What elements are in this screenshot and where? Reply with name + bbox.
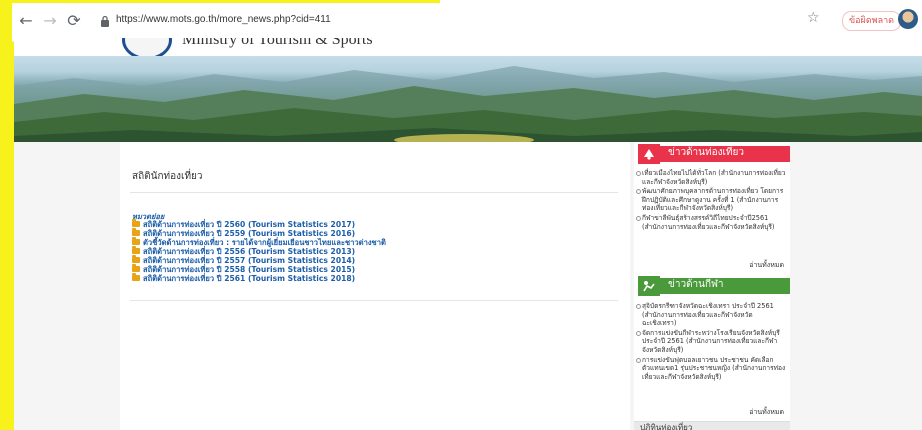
tourism-news-icon xyxy=(638,144,660,164)
bullet-icon xyxy=(636,357,641,363)
list-item[interactable]: กีฬาขาลีพันธุ์สร้างสรรค์วิถีไทยประจำปี25… xyxy=(636,214,786,231)
bullet-icon xyxy=(636,330,641,336)
lock-icon xyxy=(101,15,109,27)
sports-news-list: สุจิบัตรกรีฑาจังหวัดฉะเชิงเทรา ประจำปี 2… xyxy=(636,302,786,382)
list-item[interactable]: สถิติด้านการท่องเที่ยว ปี 2559 (Tourism … xyxy=(132,228,386,238)
bullet-icon xyxy=(636,171,641,176)
address-bar[interactable]: https://www.mots.go.th/more_news.php?cid… xyxy=(100,11,860,33)
sports-news-icon xyxy=(638,276,660,296)
mountain-banner xyxy=(14,56,922,142)
url-text: https://www.mots.go.th/more_news.php?cid… xyxy=(116,14,331,25)
page-title: สถิตินักท่องเที่ยว xyxy=(132,171,203,182)
avatar[interactable] xyxy=(898,9,918,29)
list-item[interactable]: การแข่งขันฟุตบอลเยาวชน ประชาชน คัดเลือกต… xyxy=(636,356,786,382)
folder-icon xyxy=(132,219,140,227)
ministry-logo[interactable] xyxy=(122,38,172,56)
bullet-icon xyxy=(636,215,641,221)
statistics-link[interactable]: สถิติด้านการท่องเที่ยว ปี 2558 (Tourism … xyxy=(143,265,355,274)
site-header: Ministry of Tourism & Sports xyxy=(14,38,922,56)
folder-icon xyxy=(132,237,140,245)
tourism-read-all-link[interactable]: อ่านทั้งหมด xyxy=(749,260,784,271)
list-item[interactable]: ตัวชี้วัดด้านการท่องเที่ยว : รายได้จากผู… xyxy=(132,237,386,247)
list-item[interactable]: สถิติด้านการท่องเที่ยว ปี 2560 (Tourism … xyxy=(132,219,386,229)
tourism-news-header[interactable]: ข่าวด้านท่องเที่ยว xyxy=(634,144,790,164)
bullet-icon xyxy=(636,189,641,195)
list-item[interactable]: สถิติด้านการท่องเที่ยว ปี 2556 (Tourism … xyxy=(132,246,386,256)
title-divider xyxy=(130,192,618,193)
news-link[interactable]: การแข่งขันฟุตบอลเยาวชน ประชาชน คัดเลือกต… xyxy=(642,356,785,381)
back-arrow-icon[interactable]: ← xyxy=(16,11,36,31)
news-link[interactable]: สุจิบัตรกรีฑาจังหวัดฉะเชิงเทรา ประจำปี 2… xyxy=(642,302,774,327)
news-link[interactable]: พัฒนาศักยภาพบุคลากรด้านการท่องเที่ยว โดย… xyxy=(642,187,783,212)
calendar-title: ปฏิทินท่องเที่ยว xyxy=(640,423,693,430)
main-content-panel: สถิตินักท่องเที่ยว หมวดย่อย สถิติด้านการ… xyxy=(120,142,630,430)
site-title: Ministry of Tourism & Sports xyxy=(182,38,373,48)
highlight-edge xyxy=(0,36,14,430)
news-link[interactable]: เที่ยวเมืองไทยไปได้ทั่วโลก (สำนักงานการท… xyxy=(642,169,785,186)
sports-read-all-link[interactable]: อ่านทั้งหมด xyxy=(749,407,784,418)
bullet-icon xyxy=(636,304,641,309)
profile-error-chip[interactable]: ข้อผิดพลาด xyxy=(842,11,902,31)
reload-icon[interactable]: ⟳ xyxy=(64,11,84,31)
list-item[interactable]: เที่ยวเมืองไทยไปได้ทั่วโลก (สำนักงานการท… xyxy=(636,169,786,186)
list-item[interactable]: พัฒนาศักยภาพบุคลากรด้านการท่องเที่ยว โดย… xyxy=(636,187,786,213)
calendar-header[interactable]: ปฏิทินท่องเที่ยว xyxy=(634,421,790,430)
statistics-link[interactable]: สถิติด้านการท่องเที่ยว ปี 2559 (Tourism … xyxy=(143,229,355,238)
folder-icon xyxy=(132,228,140,236)
list-divider xyxy=(130,300,618,301)
statistics-link[interactable]: สถิติด้านการท่องเที่ยว ปี 2556 (Tourism … xyxy=(143,247,355,256)
tourism-news-list: เที่ยวเมืองไทยไปได้ทั่วโลก (สำนักงานการท… xyxy=(636,169,786,232)
screenshot-frame: ← → ⟳ https://www.mots.go.th/more_news.p… xyxy=(0,0,922,430)
folder-icon xyxy=(132,273,140,281)
mountain-landscape-image xyxy=(14,66,922,142)
bookmark-star-icon[interactable]: ☆ xyxy=(807,10,820,26)
folder-icon xyxy=(132,246,140,254)
sports-news-header[interactable]: ข่าวด้านกีฬา xyxy=(634,276,790,296)
statistics-list: สถิติด้านการท่องเที่ยว ปี 2560 (Tourism … xyxy=(132,219,386,283)
tourism-news-title: ข่าวด้านท่องเที่ยว xyxy=(668,147,744,158)
forward-arrow-icon[interactable]: → xyxy=(40,11,60,31)
list-item[interactable]: จัดการแข่งขันกีฬาระหว่างโรงเรียนจังหวัดส… xyxy=(636,329,786,355)
news-sidebar: ข่าวด้านท่องเที่ยว เที่ยวเมืองไทยไปได้ทั… xyxy=(634,142,790,430)
statistics-link[interactable]: ตัวชี้วัดด้านการท่องเที่ยว : รายได้จากผู… xyxy=(143,238,386,247)
statistics-link[interactable]: สถิติด้านการท่องเที่ยว ปี 2560 (Tourism … xyxy=(143,220,355,229)
list-item[interactable]: สถิติด้านการท่องเที่ยว ปี 2561 (Tourism … xyxy=(132,273,386,283)
news-link[interactable]: จัดการแข่งขันกีฬาระหว่างโรงเรียนจังหวัดส… xyxy=(642,329,780,354)
folder-icon xyxy=(132,255,140,263)
list-item[interactable]: สถิติด้านการท่องเที่ยว ปี 2558 (Tourism … xyxy=(132,264,386,274)
list-item[interactable]: สถิติด้านการท่องเที่ยว ปี 2557 (Tourism … xyxy=(132,255,386,265)
browser-toolbar: ← → ⟳ https://www.mots.go.th/more_news.p… xyxy=(12,3,922,42)
list-item[interactable]: สุจิบัตรกรีฑาจังหวัดฉะเชิงเทรา ประจำปี 2… xyxy=(636,302,786,328)
statistics-link[interactable]: สถิติด้านการท่องเที่ยว ปี 2561 (Tourism … xyxy=(143,274,355,283)
statistics-link[interactable]: สถิติด้านการท่องเที่ยว ปี 2557 (Tourism … xyxy=(143,256,355,265)
sports-news-title: ข่าวด้านกีฬา xyxy=(668,279,724,290)
news-link[interactable]: กีฬาขาลีพันธุ์สร้างสรรค์วิถีไทยประจำปี25… xyxy=(642,214,775,231)
folder-icon xyxy=(132,264,140,272)
